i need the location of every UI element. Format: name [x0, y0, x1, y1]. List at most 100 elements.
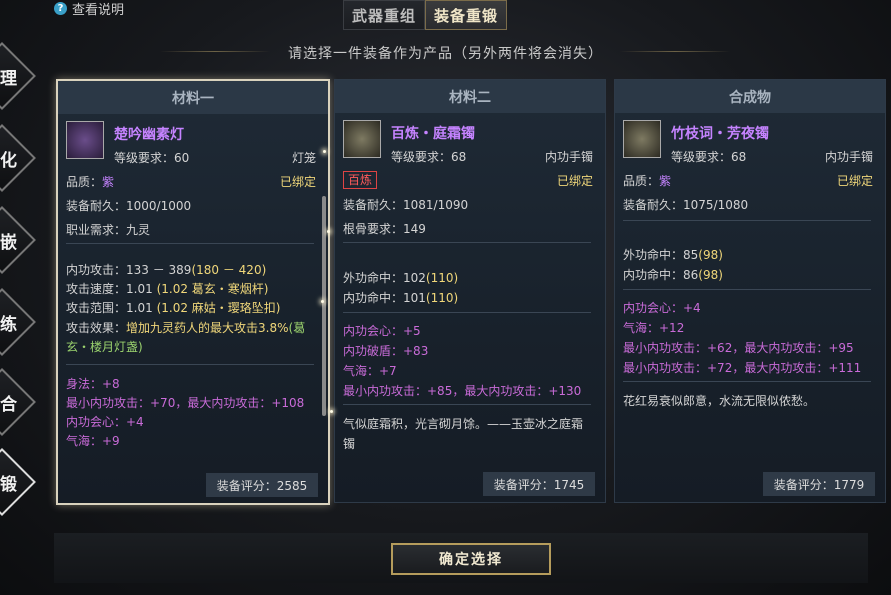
durability: 装备耐久：1081/1090	[343, 198, 469, 212]
durability: 装备耐久：1075/1080	[623, 198, 749, 212]
sparkle	[330, 410, 333, 413]
divider	[623, 381, 871, 382]
bonus-row: 内功会心：+4	[623, 301, 701, 315]
durability: 装备耐久：1000/1000	[66, 199, 192, 213]
item-description: 花红易衰似郎意，水流无限似侬愁。	[623, 394, 816, 408]
divider	[66, 243, 314, 244]
bracelet-icon	[343, 120, 381, 158]
attr-row: 外功命中：102(110)	[343, 269, 458, 286]
sparkle	[321, 300, 324, 303]
scrollbar[interactable]	[322, 196, 326, 416]
divider	[623, 289, 871, 290]
item-type: 内功手镯	[824, 150, 873, 164]
product-card[interactable]: 合成物 竹枝词・芳夜镯 等级要求：68 内功手镯 品质：紫 已绑定 装备耐久：1…	[614, 79, 886, 503]
bonus-row: 最小内功攻击：+62，最大内功攻击：+95	[623, 341, 854, 355]
bound-status: 已绑定	[279, 175, 316, 189]
level-requirement: 等级要求：60	[114, 151, 190, 165]
card-header: 合成物	[615, 80, 885, 113]
side-nav-label-4: 练	[0, 315, 17, 335]
tab-equipment-reforge[interactable]: 装备重锻	[425, 0, 508, 30]
side-nav-label-1: 理	[0, 69, 17, 89]
sparkle	[323, 150, 326, 153]
bound-status: 已绑定	[836, 174, 873, 188]
bonus-row: 内功破盾：+83	[343, 344, 429, 358]
equipment-score: 装备评分：2585	[206, 473, 318, 497]
item-type: 灯笼	[291, 151, 316, 165]
attr-extra: (98)	[698, 268, 723, 282]
divider	[623, 220, 871, 221]
bonus-row: 身法：+8	[66, 377, 120, 391]
bonus-row: 最小内功攻击：+70，最大内功攻击：+108	[66, 396, 305, 410]
help-label: 查看说明	[72, 2, 125, 18]
bonus-row: 气海：+7	[343, 364, 397, 378]
attr-extra: (110)	[425, 291, 459, 305]
material-one-card[interactable]: 材料一 楚吟幽素灯 等级要求：60 灯笼 品质：紫 已绑定 装备耐久：1000/…	[56, 79, 330, 505]
confirm-button[interactable]: 确定选择	[391, 543, 551, 575]
equipment-score: 装备评分：1779	[763, 472, 875, 496]
bonus-row: 内功会心：+4	[66, 415, 144, 429]
sparkle	[327, 230, 330, 233]
side-nav-label-3: 嵌	[0, 233, 17, 253]
equipment-score: 装备评分：1745	[483, 472, 595, 496]
side-nav-label-6: 锻	[0, 475, 17, 495]
attr-label: 外功命中：102	[343, 271, 426, 285]
attr-effect: 攻击效果：增加九灵药人的最大攻击3.8%(葛玄・楼月灯盏)	[66, 319, 320, 357]
attr-extra: (98)	[698, 248, 723, 262]
bonus-row: 最小内功攻击：+85，最大内功攻击：+130	[343, 384, 582, 398]
help-link[interactable]: ? 查看说明	[54, 0, 125, 18]
divider	[66, 364, 314, 365]
attr-extra: (180 － 420)	[191, 263, 267, 277]
attr-extra: (1.02 葛玄・寒烟杆)	[156, 282, 269, 296]
bonus-row: 气海：+12	[623, 321, 685, 335]
question-icon: ?	[54, 1, 67, 15]
attr-label: 内功命中：101	[343, 291, 426, 305]
item-name: 楚吟幽素灯	[114, 127, 184, 143]
side-nav-label-5: 合	[0, 395, 17, 415]
material-two-card[interactable]: 材料二 百炼・庭霜镯 等级要求：68 内功手镯 百炼 已绑定 装备耐久：1081…	[334, 79, 606, 503]
effect-text: 增加九灵药人的最大攻击3.8%	[126, 321, 289, 335]
item-description: 气似庭霜积，光言砌月馀。——玉壶冰之庭霜镯	[343, 417, 584, 451]
stat-requirement: 根骨要求：149	[343, 222, 426, 236]
bonus-row: 气海：+9	[66, 434, 120, 448]
refine-badge: 百炼	[343, 171, 378, 189]
attr-extra: (110)	[425, 271, 459, 285]
attr-label: 外功命中：85	[623, 248, 699, 262]
attr-label: 内功攻击：133 － 389	[66, 263, 192, 277]
divider-right	[620, 51, 730, 52]
bonus-row: 内功会心：+5	[343, 324, 421, 338]
tab-bar: 武器重组 装备重锻	[343, 0, 508, 30]
card-header: 材料一	[58, 81, 328, 114]
divider	[343, 404, 591, 405]
level-requirement: 等级要求：68	[391, 150, 467, 164]
lantern-icon	[66, 121, 104, 159]
attr-row: 内功命中：101(110)	[343, 289, 458, 306]
level-requirement: 等级要求：68	[671, 150, 747, 164]
attr-extra: (1.02 麻姑・璎珞坠扣)	[156, 301, 281, 315]
attr-row: 内功命中：86(98)	[623, 266, 723, 283]
quality-value: 紫	[659, 174, 672, 188]
quality-value: 紫	[102, 175, 115, 189]
divider	[343, 312, 591, 313]
item-name: 百炼・庭霜镯	[391, 126, 475, 142]
bracelet-icon	[623, 120, 661, 158]
item-type: 内功手镯	[544, 150, 593, 164]
attr-label: 攻击效果：	[66, 321, 127, 335]
attr-row: 内功攻击：133 － 389(180 － 420)	[66, 261, 266, 278]
instruction-text: 请选择一件装备作为产品（另外两件将会消失）	[288, 46, 603, 62]
attr-label: 攻击速度：1.01	[66, 282, 153, 296]
quality-label: 品质：	[623, 174, 660, 188]
tab-weapon-recombine[interactable]: 武器重组	[343, 0, 426, 30]
attr-row: 攻击速度：1.01 (1.02 葛玄・寒烟杆)	[66, 280, 268, 297]
quality-label: 品质：	[66, 175, 103, 189]
item-name: 竹枝词・芳夜镯	[671, 126, 769, 142]
job-requirement: 职业需求：九灵	[66, 223, 151, 237]
side-nav-label-2: 化	[0, 151, 17, 171]
card-header: 材料二	[335, 80, 605, 113]
attr-row: 外功命中：85(98)	[623, 246, 723, 263]
attr-label: 内功命中：86	[623, 268, 699, 282]
divider	[343, 242, 591, 243]
bonus-row: 最小内功攻击：+72，最大内功攻击：+111	[623, 361, 862, 375]
attr-row: 攻击范围：1.01 (1.02 麻姑・璎珞坠扣)	[66, 299, 280, 316]
attr-label: 攻击范围：1.01	[66, 301, 153, 315]
bound-status: 已绑定	[556, 174, 593, 188]
